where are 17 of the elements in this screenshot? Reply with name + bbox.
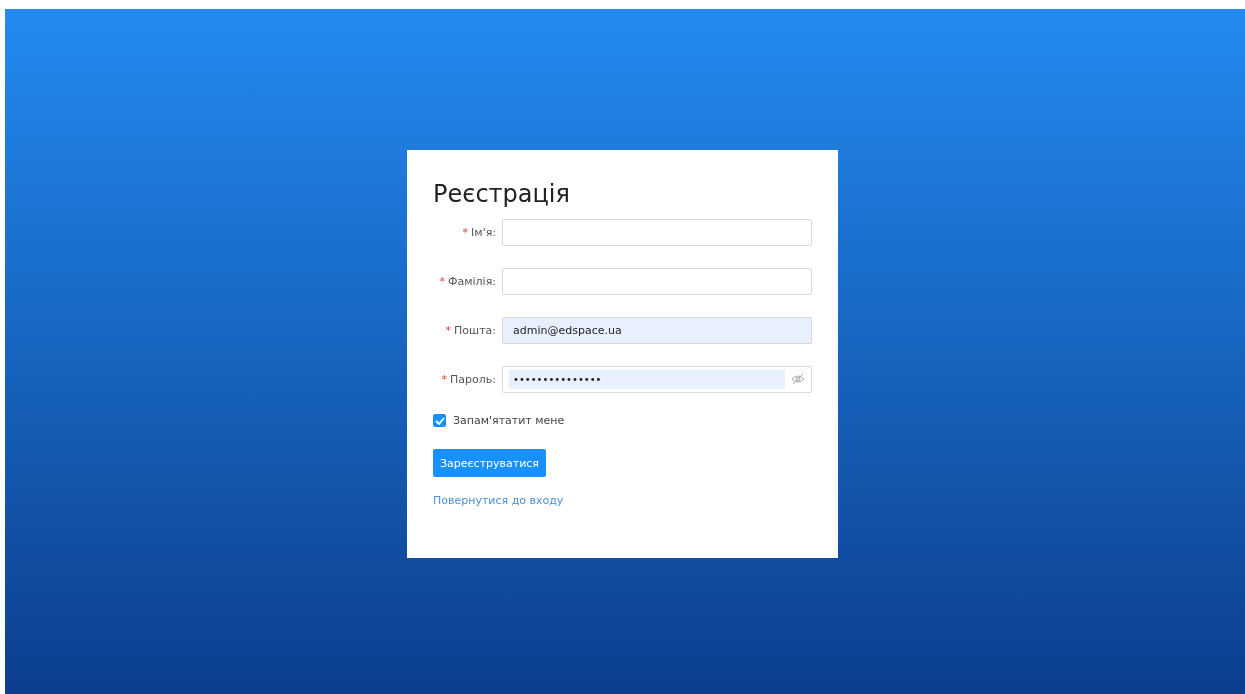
password-input[interactable]: ••••••••••••••• — [509, 369, 785, 389]
input-field[interactable] — [502, 218, 812, 246]
required-mark: * — [439, 274, 445, 288]
input-field[interactable]: admin@edspace.ua — [502, 316, 812, 344]
field-label: Ім'я: — [471, 225, 496, 239]
input-field[interactable] — [502, 267, 812, 295]
required-mark: * — [462, 225, 469, 239]
required-mark: * — [445, 323, 452, 337]
field-label: Фамілія: — [448, 274, 496, 288]
checkbox[interactable] — [433, 414, 446, 427]
hidden-eye-icon[interactable] — [791, 373, 805, 385]
checkbox-label[interactable]: Запам'ятатит мене — [453, 414, 565, 427]
required-mark: * — [441, 372, 448, 386]
form-title: Реєстрація — [433, 180, 571, 208]
back-to-login-link[interactable]: Повернутися до входу — [433, 494, 564, 507]
field-label: Пошта: — [454, 323, 496, 337]
field-label: Пароль: — [450, 372, 496, 386]
